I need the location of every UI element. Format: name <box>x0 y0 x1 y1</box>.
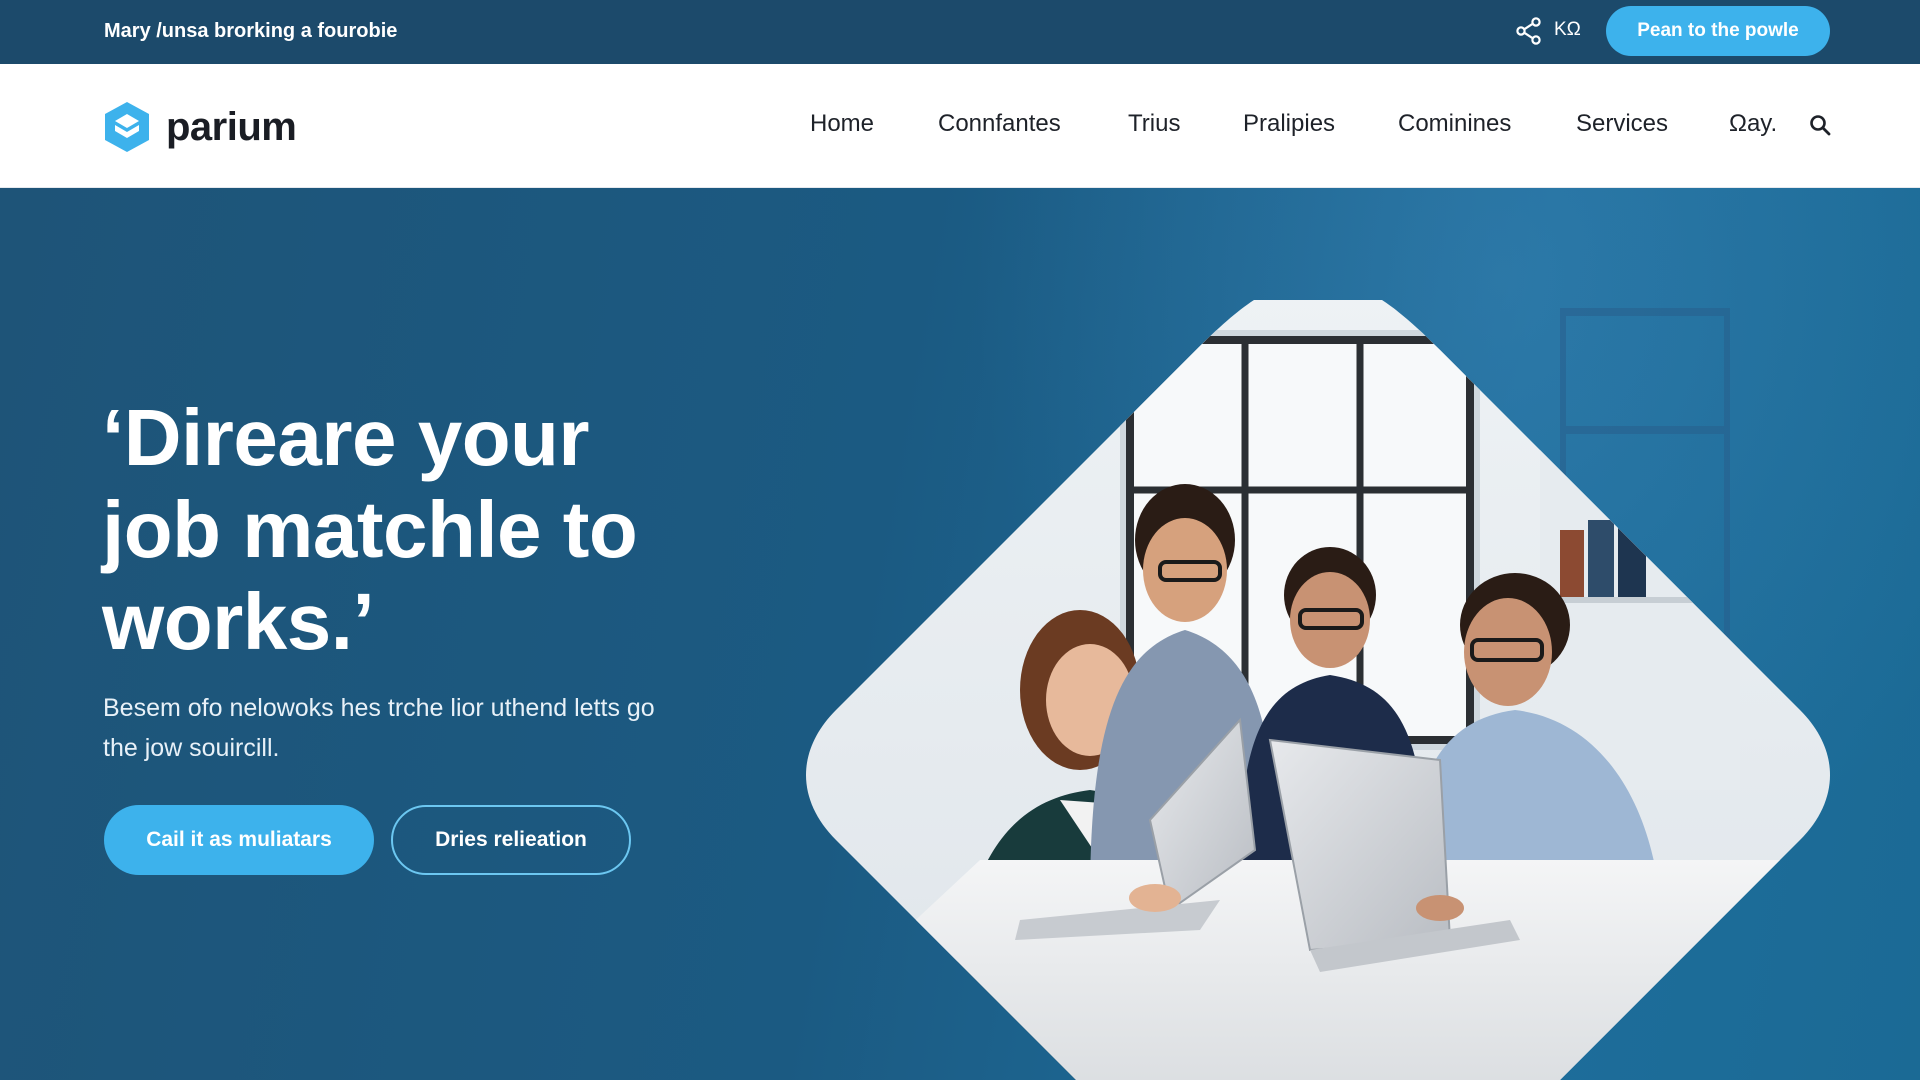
nav-item-7[interactable]: Ωay. <box>1729 110 1777 138</box>
hero-subtext: Besem ofo nelowoks hes trche lior uthend… <box>103 694 655 762</box>
nav-item-5[interactable]: Cominines <box>1398 110 1511 138</box>
top-tagline: Mary /unsa brorking a fourobie <box>104 20 398 42</box>
top-cta-button[interactable]: Pean to the powle <box>1606 6 1830 56</box>
search-icon[interactable] <box>1808 113 1832 142</box>
hero-headline: ‘Direare your job matchle to works.’ <box>102 393 638 666</box>
nav-item-home[interactable]: Home <box>810 110 874 138</box>
top-utility-bar: Mary /unsa brorking a fourobie KΩ Pean t… <box>0 0 1920 64</box>
language-selector[interactable]: KΩ <box>1554 19 1581 41</box>
primary-nav: Home Connfantes Trius Pralipies Cominine… <box>0 64 1920 188</box>
nav-item-3[interactable]: Trius <box>1128 110 1180 138</box>
team-photo <box>806 300 1830 1080</box>
nav-item-services[interactable]: Services <box>1576 110 1668 138</box>
secondary-cta-button[interactable]: Dries relieation <box>391 805 631 875</box>
share-icon[interactable] <box>1514 16 1544 46</box>
main-navbar: parium Home Connfantes Trius Pralipies C… <box>0 64 1920 188</box>
nav-item-4[interactable]: Pralipies <box>1243 110 1335 138</box>
nav-item-2[interactable]: Connfantes <box>938 110 1061 138</box>
primary-cta-button[interactable]: Cail it as muliatars <box>104 805 374 875</box>
hero-section: ‘Direare your job matchle to works.’ Bes… <box>0 188 1920 1080</box>
